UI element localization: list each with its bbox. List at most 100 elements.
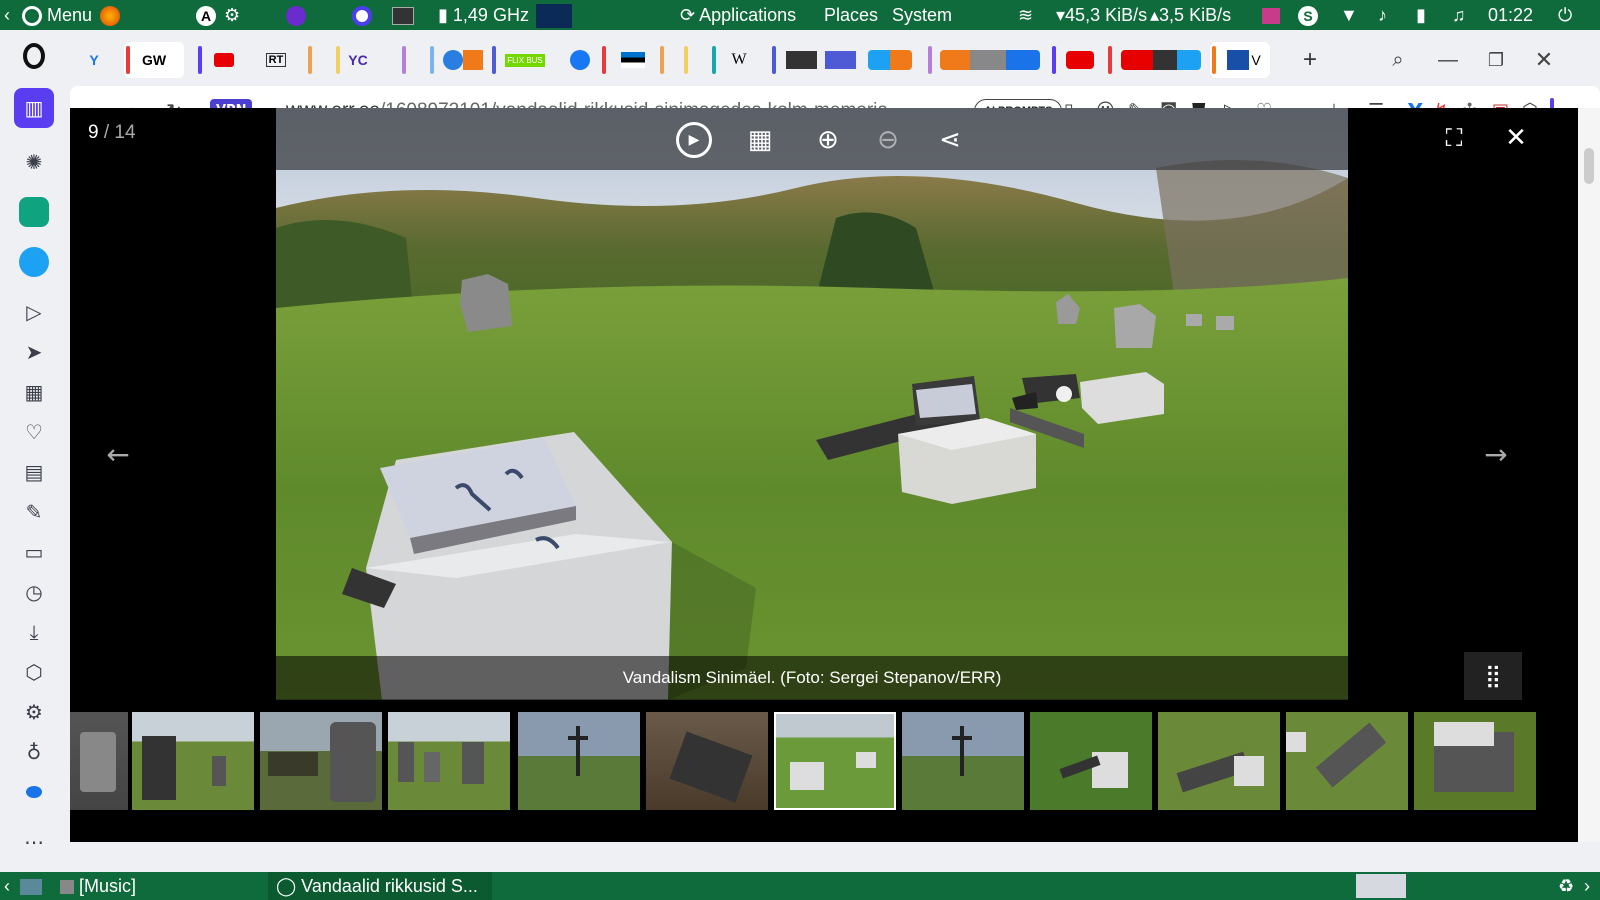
opera-icon[interactable] xyxy=(352,0,372,30)
settings-icon[interactable]: ⚙ xyxy=(14,692,54,732)
thumbnail[interactable] xyxy=(260,712,382,810)
history-icon[interactable]: ◷ xyxy=(14,572,54,612)
taskbar-browser[interactable]: ◯ Vandaalid rikkusid S... xyxy=(268,872,492,900)
power-icon[interactable]: ⏻ xyxy=(1558,0,1572,30)
tab-orange-2[interactable] xyxy=(658,42,678,78)
places-menu[interactable]: Places xyxy=(824,0,878,30)
twitter-icon[interactable] xyxy=(14,242,54,282)
thumbnail[interactable] xyxy=(70,712,128,810)
tab-yellow[interactable] xyxy=(682,42,702,78)
tab-flixbus[interactable]: FLIX BUS xyxy=(490,42,550,78)
tab-orange[interactable] xyxy=(306,42,326,78)
wifi-icon[interactable]: ≋ xyxy=(1018,0,1033,30)
bell-icon[interactable]: ♪ xyxy=(1378,0,1387,30)
tab-group-mixed[interactable] xyxy=(864,42,916,78)
menu-button[interactable]: Menu xyxy=(22,0,92,30)
main-photo[interactable]: ▶ ▦ ⊕ ⊖ ⋖ Vandalism Sinimäel. (Foto: Ser… xyxy=(276,108,1348,700)
tab-firefox[interactable] xyxy=(428,42,488,78)
tab-yc[interactable]: YC xyxy=(334,42,382,78)
skype-icon[interactable]: S xyxy=(1298,0,1318,30)
firefox-icon[interactable] xyxy=(100,0,120,30)
media-icon[interactable] xyxy=(1262,0,1280,30)
zoom-in-icon[interactable]: ⊕ xyxy=(810,122,846,158)
speed-dial-icon[interactable]: ▦ xyxy=(14,372,54,412)
close-window-button[interactable]: ✕ xyxy=(1530,42,1558,78)
minimize-button[interactable]: — xyxy=(1434,42,1462,78)
player-icon[interactable]: ▷ xyxy=(14,292,54,332)
thumbnail-active[interactable] xyxy=(774,712,896,810)
tab-active-err[interactable]: V xyxy=(1210,42,1270,78)
tab-gw[interactable]: GW xyxy=(124,42,184,78)
reader-sidebar-icon[interactable]: ▥ xyxy=(14,88,54,128)
vpn-shield-icon[interactable]: ▼ xyxy=(1340,0,1358,30)
applications-menu[interactable]: ⟳ Applications xyxy=(680,0,796,30)
taskbar-music[interactable]: [Music] xyxy=(60,872,136,900)
tabs-icon[interactable]: ▭ xyxy=(14,532,54,572)
share-icon[interactable]: ⋖ xyxy=(932,122,968,158)
chatgpt-icon[interactable] xyxy=(14,192,54,232)
new-tab-button[interactable]: + xyxy=(1296,42,1324,78)
extensions-icon[interactable]: ⬡ xyxy=(14,652,54,692)
opera-logo-icon[interactable] xyxy=(14,36,54,76)
grid-view-icon[interactable]: ▦ xyxy=(742,122,778,158)
restore-button[interactable]: ❐ xyxy=(1482,42,1510,78)
send-icon[interactable]: ➤ xyxy=(14,332,54,372)
heart-icon[interactable]: ♡ xyxy=(14,412,54,452)
battery-icon[interactable]: ▮ xyxy=(1416,0,1426,30)
wiki-group-icon xyxy=(940,50,1040,70)
previous-image-arrow[interactable]: ← xyxy=(98,434,138,474)
downloads-icon[interactable]: ⤓ xyxy=(14,612,54,652)
volume-icon[interactable]: ♫ xyxy=(1452,0,1466,30)
aria-assistant-icon[interactable]: ✺ xyxy=(14,142,54,182)
terminal-icon[interactable] xyxy=(392,0,414,30)
thumbnail[interactable] xyxy=(646,712,768,810)
clock[interactable]: 01:22 xyxy=(1488,0,1533,30)
thumbnail[interactable] xyxy=(902,712,1024,810)
thumbnail[interactable] xyxy=(1158,712,1280,810)
thumbnail[interactable] xyxy=(388,712,510,810)
workspace-switcher[interactable] xyxy=(1356,874,1406,898)
chevron-left-icon[interactable]: ‹ xyxy=(4,872,10,900)
tab-rt[interactable]: RT xyxy=(254,42,298,78)
tab-pinned-1[interactable]: Y xyxy=(78,42,110,78)
settings-icon[interactable]: ⚙ xyxy=(224,0,240,30)
thumbnail[interactable] xyxy=(518,712,640,810)
counter-current: 9 xyxy=(88,122,99,143)
tab-group-youtube[interactable] xyxy=(1106,42,1206,78)
tips-icon[interactable]: ♁ xyxy=(14,732,54,772)
close-viewer-icon[interactable]: ✕ xyxy=(1498,120,1534,156)
tab-estonia[interactable] xyxy=(600,42,656,78)
zoom-out-icon[interactable]: ⊖ xyxy=(870,122,906,158)
trash-icon[interactable]: ♻ xyxy=(1558,872,1574,900)
system-menu[interactable]: System xyxy=(892,0,952,30)
tab-wiki[interactable]: W xyxy=(710,42,758,78)
more-icon[interactable]: ⋯ xyxy=(14,822,54,862)
show-desktop-icon[interactable] xyxy=(20,872,42,900)
tab-facebook[interactable] xyxy=(560,42,600,78)
tab-youtube-2[interactable] xyxy=(1050,42,1100,78)
tab-group-wiki[interactable] xyxy=(926,42,1044,78)
thumbnail[interactable] xyxy=(132,712,254,810)
net-up-rate: ▴3,5 KiB/s xyxy=(1150,5,1232,25)
pinboard-icon[interactable]: ✎ xyxy=(14,492,54,532)
next-image-arrow[interactable]: → xyxy=(1476,434,1516,474)
tab-group-rt[interactable] xyxy=(770,42,862,78)
app-icon-a[interactable]: A xyxy=(196,0,216,30)
tab-purple[interactable] xyxy=(400,42,420,78)
thumbnails-toggle-icon[interactable]: ⣿ xyxy=(1464,652,1522,700)
messenger-icon[interactable] xyxy=(14,772,54,812)
news-icon[interactable]: ▤ xyxy=(14,452,54,492)
podcast-icon[interactable] xyxy=(286,0,306,30)
chevron-left-icon[interactable]: ‹ xyxy=(4,0,10,30)
facebook-icon xyxy=(570,50,590,70)
thumbnail[interactable] xyxy=(1414,712,1536,810)
thumbnail[interactable] xyxy=(1286,712,1408,810)
slideshow-play-icon[interactable]: ▶ xyxy=(676,122,712,158)
tab-youtube[interactable] xyxy=(196,42,252,78)
scrollbar-thumb[interactable] xyxy=(1584,148,1594,184)
page-scrollbar[interactable] xyxy=(1578,108,1600,842)
tab-search-icon[interactable]: ⌕ xyxy=(1384,42,1412,78)
thumbnail[interactable] xyxy=(1030,712,1152,810)
fullscreen-icon[interactable]: ⛶ xyxy=(1436,120,1472,156)
chevron-right-icon[interactable]: › xyxy=(1584,872,1590,900)
